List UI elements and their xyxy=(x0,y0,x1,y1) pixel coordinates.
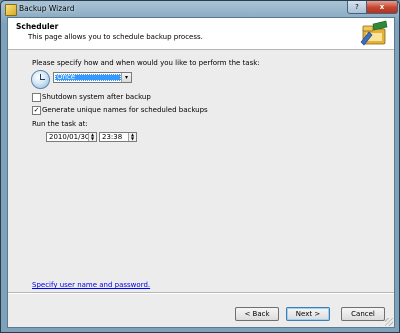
date-spinner-icon[interactable]: ▲ ▼ xyxy=(88,133,96,141)
shutdown-checkbox[interactable] xyxy=(32,93,41,102)
frequency-value: Once xyxy=(55,74,121,81)
shutdown-label[interactable]: Shutdown system after backup xyxy=(42,93,151,101)
wizard-client-area: Scheduler This page allows you to schedu… xyxy=(7,17,395,328)
spinner-down-icon[interactable]: ▼ xyxy=(91,136,94,141)
credentials-link[interactable]: Specify user name and password. xyxy=(32,281,150,289)
next-button[interactable]: Next > xyxy=(286,307,330,321)
app-icon xyxy=(5,4,17,16)
wizard-header: Scheduler This page allows you to schedu… xyxy=(8,18,394,50)
time-spinner-icon[interactable]: ▲ ▼ xyxy=(128,133,136,141)
page-title: Scheduler xyxy=(16,22,59,31)
resize-grip-icon[interactable] xyxy=(385,318,393,326)
spinner-down-icon[interactable]: ▼ xyxy=(131,136,134,141)
run-task-label: Run the task at: xyxy=(32,120,88,128)
page-subtitle: This page allows you to schedule backup … xyxy=(28,33,203,41)
clock-icon xyxy=(31,70,50,89)
date-value[interactable]: 2010/01/30 xyxy=(49,133,89,142)
unique-names-checkbox[interactable]: ✓ xyxy=(32,106,41,115)
close-button[interactable]: x xyxy=(366,1,398,14)
unique-names-label[interactable]: Generate unique names for scheduled back… xyxy=(42,106,208,114)
backup-wizard-window: Backup Wizard ? x Scheduler This page al… xyxy=(0,0,400,333)
date-picker[interactable]: 2010/01/30 ▲ ▼ xyxy=(46,132,97,142)
back-button[interactable]: < Back xyxy=(235,307,279,321)
frequency-dropdown[interactable]: Once ▾ xyxy=(53,72,132,83)
time-picker[interactable]: 23:38 ▲ ▼ xyxy=(99,132,137,142)
window-title: Backup Wizard xyxy=(19,4,75,13)
close-icon: x xyxy=(379,3,385,11)
time-value[interactable]: 23:38 xyxy=(102,133,122,142)
wizard-icon xyxy=(360,20,388,46)
dropdown-arrow-icon[interactable]: ▾ xyxy=(121,73,131,82)
cancel-button[interactable]: Cancel xyxy=(341,307,385,321)
help-button[interactable]: ? xyxy=(347,1,367,14)
title-bar[interactable]: Backup Wizard ? x xyxy=(1,1,399,17)
schedule-prompt: Please specify how and when would you li… xyxy=(32,59,260,67)
footer-separator xyxy=(8,292,394,294)
help-icon: ? xyxy=(355,3,359,11)
